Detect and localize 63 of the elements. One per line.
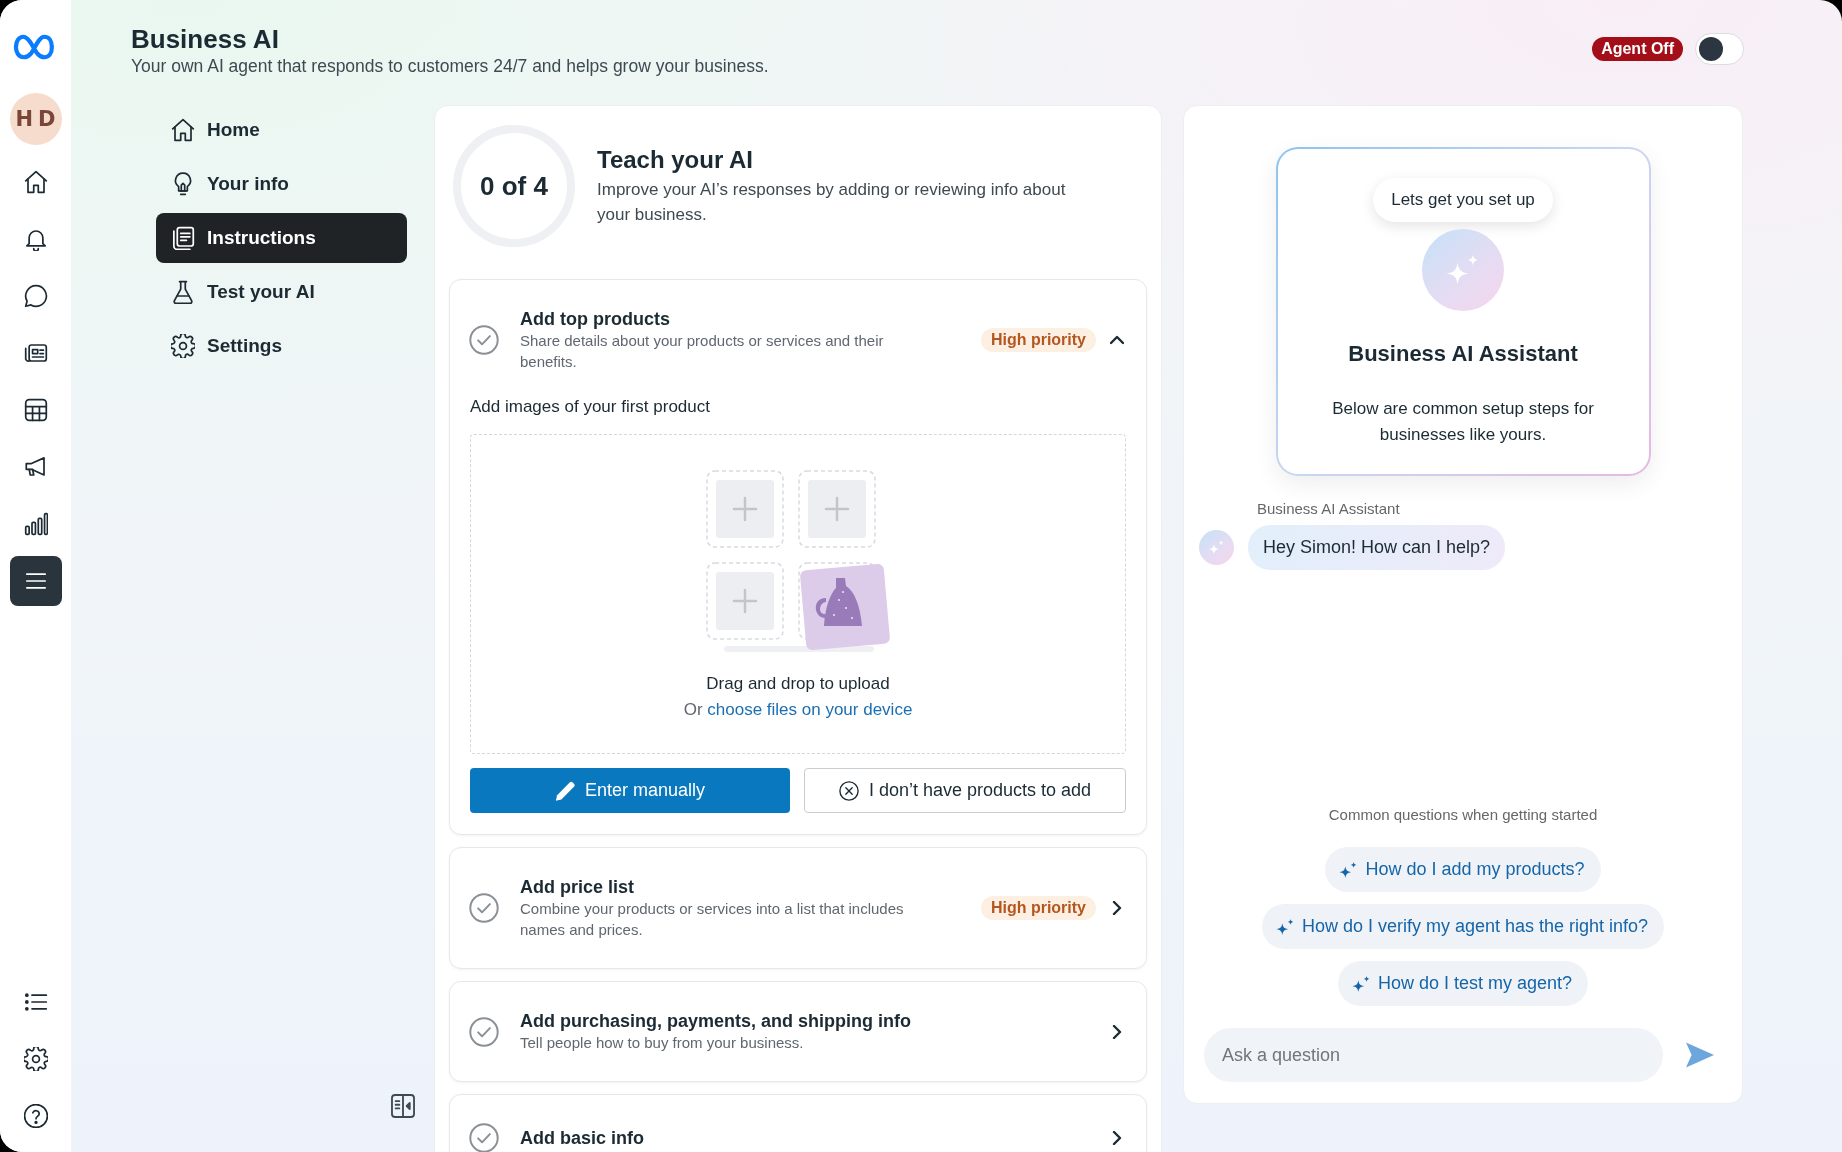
- sparkle-circle-icon: [1199, 530, 1234, 565]
- home-icon: [23, 169, 48, 194]
- section-description: Improve your AI’s responses by adding or reviewing info about your business.: [597, 179, 1067, 226]
- outline-button[interactable]: I don’t have products to add: [804, 768, 1126, 813]
- suggestion-chip[interactable]: How do I test my agent?: [1337, 961, 1589, 1006]
- speech-bubble: Lets get you set up: [1373, 178, 1553, 222]
- document-icon: [171, 226, 195, 250]
- x-circle-icon: [838, 780, 859, 801]
- nav-item[interactable]: Home: [156, 105, 407, 155]
- help-icon: [23, 1103, 48, 1128]
- bar-chart-icon: [23, 511, 48, 536]
- profile-avatar[interactable]: HD: [9, 93, 62, 145]
- nav-item[interactable]: Test your AI: [156, 267, 407, 317]
- pencil-icon: [554, 780, 575, 801]
- welcome-text: Below are common setup steps for businesses like yours.: [1331, 398, 1595, 446]
- progress-count: 0 of 4: [480, 170, 548, 202]
- task-description: Share details about your products or services and their benefits.: [520, 331, 885, 372]
- suggestions-title: Common questions when getting started: [1328, 806, 1598, 824]
- sparkle-icon: [1275, 917, 1294, 936]
- chevron-right-icon[interactable]: [1110, 1131, 1124, 1145]
- nav-item[interactable]: Instructions: [156, 213, 407, 263]
- settings-icon: [171, 334, 195, 358]
- message-bubble: Hey Simon! How can I help?: [1248, 525, 1506, 570]
- section-title: Teach your AI: [597, 146, 754, 174]
- sparkle-icon: [1351, 974, 1370, 993]
- chat-bubble-icon: [23, 283, 48, 308]
- nav-item[interactable]: Your info: [156, 159, 407, 209]
- task-title: Add top products: [520, 308, 670, 330]
- task-title: Add purchasing, payments, and shipping info: [520, 1010, 912, 1032]
- sparkle-icon: [1339, 860, 1358, 879]
- suggestion-chip[interactable]: How do I verify my agent has the right info?: [1261, 904, 1665, 949]
- panel-collapse-icon[interactable]: [391, 1094, 415, 1118]
- file-picker-link[interactable]: choose files on your device: [707, 700, 913, 719]
- chevron-right-icon[interactable]: [1110, 901, 1124, 915]
- chevron-up-icon[interactable]: [1110, 333, 1124, 347]
- upload-label: Add images of your first product: [470, 397, 710, 417]
- home-icon: [171, 118, 195, 142]
- assistant-name: Business AI Assistant: [1348, 341, 1578, 367]
- agent-status-badge: Agent Off: [1592, 37, 1683, 61]
- flask-icon: [171, 280, 195, 304]
- send-icon[interactable]: [1686, 1042, 1714, 1068]
- menu-button[interactable]: [9, 555, 62, 606]
- task-title: Add basic info: [520, 1127, 644, 1149]
- upload-hint: Or choose files on your device: [683, 699, 913, 721]
- table-icon: [23, 397, 48, 422]
- primary-button[interactable]: Enter manually: [470, 768, 790, 813]
- agent-toggle[interactable]: [1695, 33, 1744, 65]
- question-input[interactable]: Ask a question: [1204, 1028, 1663, 1082]
- task-title: Add price list: [520, 876, 635, 898]
- megaphone-icon: [23, 454, 48, 479]
- task-description: Combine your products or services into a list that includes names and prices.: [520, 899, 905, 940]
- priority-badge: High priority: [980, 896, 1096, 920]
- page-title: Business AI: [131, 24, 279, 54]
- page-subtitle: Your own AI agent that responds to customers 24/7 and helps grow your business.: [131, 55, 769, 78]
- suggestion-chip[interactable]: How do I add my products?: [1325, 847, 1601, 892]
- chevron-right-icon[interactable]: [1110, 1024, 1124, 1039]
- upload-instruction: Drag and drop to upload: [706, 673, 890, 695]
- priority-badge: High priority: [980, 328, 1096, 352]
- nav-item[interactable]: Settings: [156, 321, 407, 371]
- settings-icon: [23, 1046, 48, 1071]
- upload-dropzone[interactable]: Drag and drop to upload Or choose files on your device: [470, 434, 1126, 754]
- sender-name: Business AI Assistant: [1257, 500, 1400, 518]
- task-description: Tell people how to buy from your business.: [520, 1033, 804, 1053]
